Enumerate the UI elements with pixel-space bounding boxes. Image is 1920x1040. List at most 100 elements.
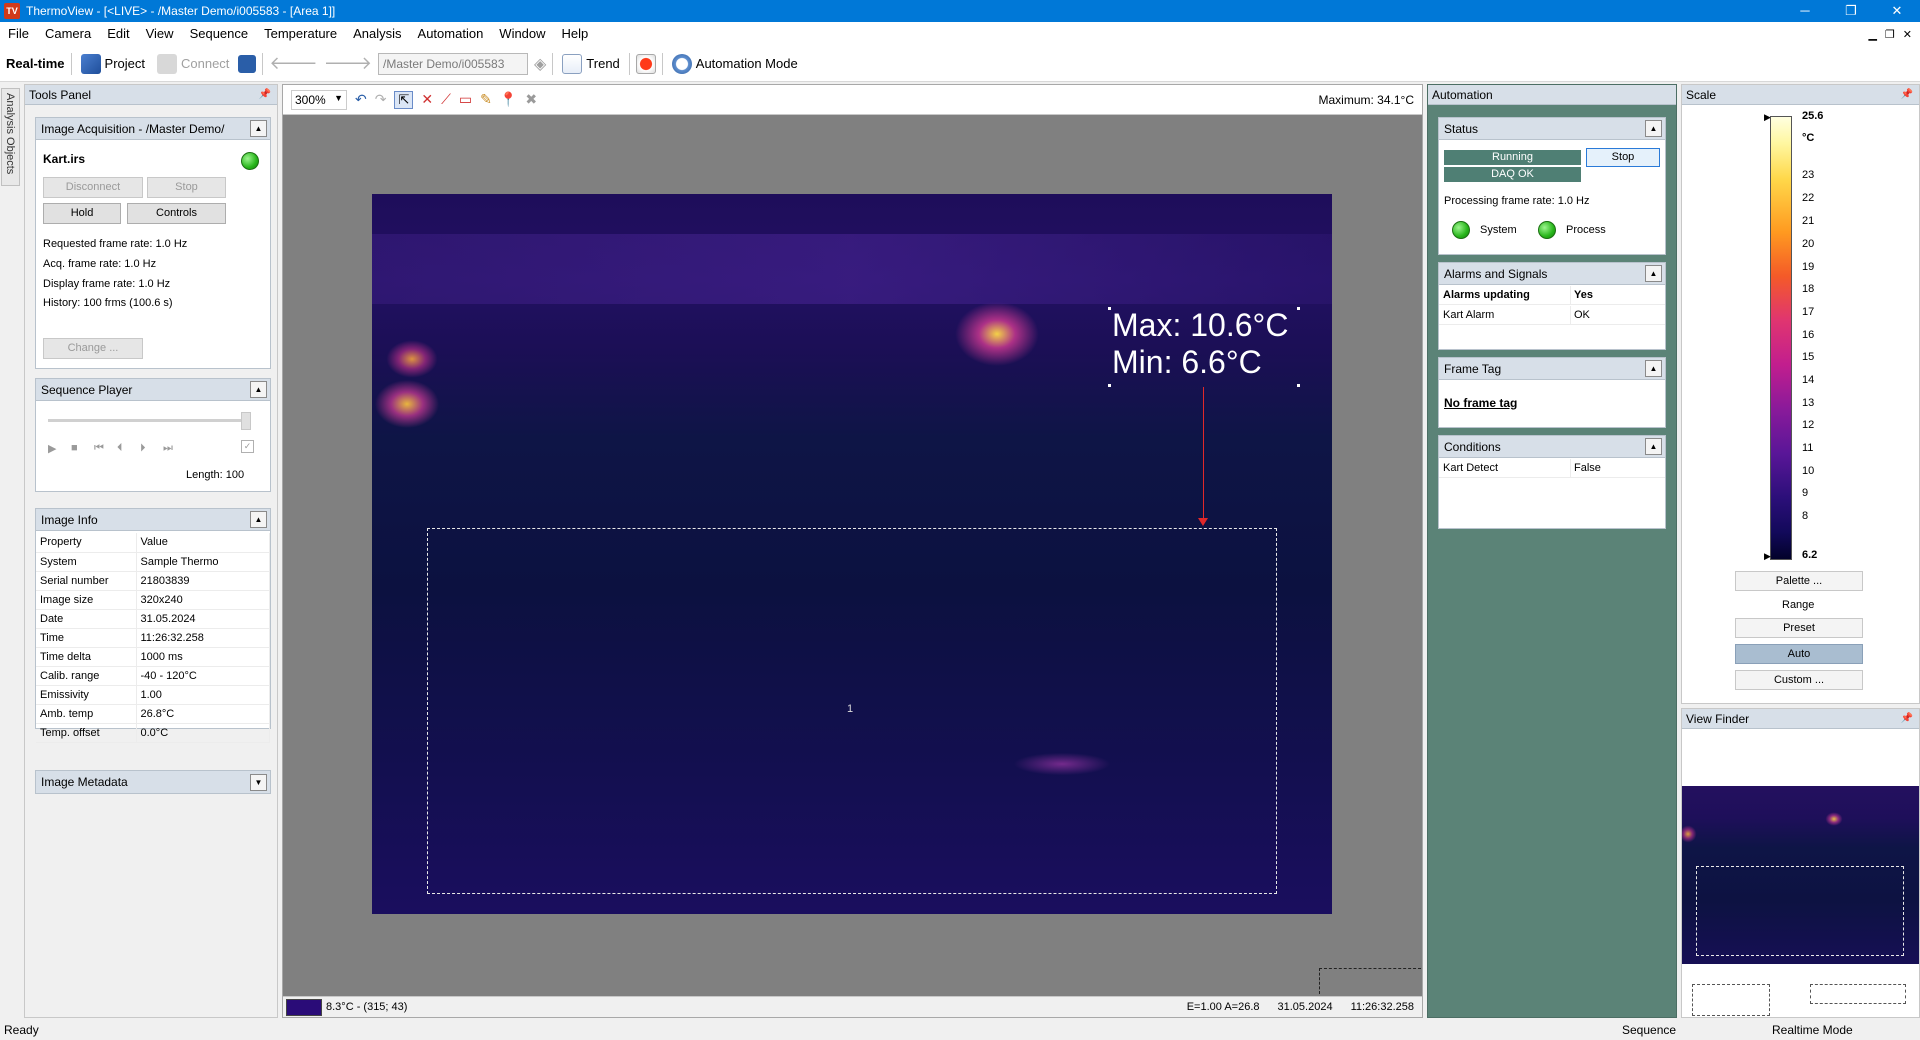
minimize-button[interactable]: ─ [1782, 0, 1828, 22]
sequence-slider-track[interactable] [48, 419, 248, 422]
view-finder-thumbnail[interactable] [1682, 786, 1919, 964]
change-button[interactable]: Change ... [43, 338, 143, 359]
alarm-row: Kart Alarm OK [1439, 306, 1665, 325]
tools-panel: Tools Panel 📌 Image Acquisition - /Maste… [24, 84, 278, 1018]
overlay-handle[interactable] [1108, 384, 1111, 387]
controls-button[interactable]: Controls [127, 203, 226, 224]
automation-mode-button[interactable]: Automation Mode [669, 52, 801, 76]
analysis-objects-tab[interactable]: Analysis Objects [1, 88, 20, 186]
collapse-up-icon[interactable]: ▲ [250, 511, 267, 528]
overlay-handle[interactable] [1297, 307, 1300, 310]
connect-button[interactable]: Connect [154, 52, 232, 76]
mdi-restore-button[interactable]: ❐ [1885, 28, 1895, 41]
property-cell: Amb. temp [36, 704, 137, 724]
mdi-close-button[interactable]: ✕ [1903, 28, 1912, 41]
collapse-up-icon[interactable]: ▲ [250, 120, 267, 137]
automation-stop-button[interactable]: Stop [1586, 148, 1660, 167]
scale-min-marker[interactable]: ▶ [1764, 551, 1771, 562]
record-icon[interactable] [635, 53, 656, 74]
diamond-icon[interactable]: ◈ [534, 54, 546, 74]
save-icon[interactable] [238, 54, 257, 73]
collapse-up-icon[interactable]: ▲ [1645, 360, 1662, 377]
back-arrow-icon[interactable]: 🡐 [269, 53, 317, 74]
view-finder-header: View Finder 📌 [1682, 709, 1919, 729]
condition-key: Kart Detect [1443, 462, 1499, 474]
mdi-minimize-button[interactable]: ▁ [1868, 28, 1876, 41]
zoom-select[interactable]: 300% ▼ [291, 89, 347, 110]
trend-button[interactable]: Trend [559, 52, 622, 76]
scale-tick: 11 [1802, 442, 1814, 454]
view-finder-viewport[interactable] [1696, 866, 1904, 956]
overlay-handle[interactable] [1108, 307, 1111, 310]
next-frame-icon[interactable]: ⏵ [140, 442, 146, 455]
undo-icon[interactable]: ↶ [355, 91, 367, 108]
menu-window[interactable]: Window [491, 22, 553, 46]
image-metadata-header[interactable]: Image Metadata ▼ [36, 771, 270, 793]
sequence-slider-thumb[interactable] [241, 412, 251, 430]
value-cell: Sample Thermo [136, 552, 270, 572]
delete-tool-icon[interactable]: ✖ [525, 91, 537, 108]
redo-icon[interactable]: ↷ [375, 91, 387, 108]
collapse-up-icon[interactable]: ▲ [1645, 265, 1662, 282]
preset-button[interactable]: Preset [1735, 618, 1863, 638]
menu-edit[interactable]: Edit [99, 22, 137, 46]
custom-button[interactable]: Custom ... [1735, 670, 1863, 690]
menu-temperature[interactable]: Temperature [256, 22, 345, 46]
expand-down-icon[interactable]: ▼ [250, 773, 267, 791]
path-field[interactable]: /Master Demo/i005583 [377, 52, 528, 75]
overlay-handle[interactable] [1297, 384, 1300, 387]
auto-button[interactable]: Auto [1735, 644, 1863, 664]
menu-view[interactable]: View [138, 22, 182, 46]
previous-frame-icon[interactable]: ⏴ [117, 442, 123, 455]
pin-icon[interactable]: 📌 [1901, 713, 1913, 724]
scale-panel: Scale 📌 ▶ ▶ 25.6 °C 23 22 21 20 19 18 17… [1681, 84, 1920, 704]
pin-icon[interactable]: 📌 [259, 89, 271, 100]
project-button[interactable]: Project [78, 52, 148, 76]
conditions-header: Conditions ▲ [1439, 436, 1665, 458]
alarm-key: Kart Alarm [1443, 309, 1495, 321]
play-icon[interactable]: ▶ [48, 442, 56, 455]
pin-icon[interactable]: 📌 [1901, 89, 1913, 100]
collapse-up-icon[interactable]: ▲ [1645, 438, 1662, 455]
collapse-up-icon[interactable]: ▲ [250, 381, 267, 398]
menu-automation[interactable]: Automation [410, 22, 492, 46]
disconnect-button[interactable]: Disconnect [43, 177, 143, 198]
collapse-up-icon[interactable]: ▲ [1645, 120, 1662, 137]
max-min-overlay[interactable]: Max: 10.6°C Min: 6.6°C [1108, 307, 1300, 387]
menu-camera[interactable]: Camera [37, 22, 99, 46]
stop-icon[interactable]: ■ [71, 442, 78, 454]
menu-analysis[interactable]: Analysis [345, 22, 409, 46]
analysis-objects-label: Analysis Objects [4, 93, 16, 175]
area-tool-icon[interactable]: ▭ [459, 91, 472, 108]
loop-checkbox[interactable]: ✓ [241, 440, 254, 453]
image-acquisition-title: Image Acquisition - /Master Demo/ [41, 121, 225, 136]
image-acquisition-group: Image Acquisition - /Master Demo/ ▲ Kart… [35, 117, 271, 369]
ruler-tool-icon[interactable]: ✎ [480, 91, 492, 108]
hold-button[interactable]: Hold [43, 203, 121, 224]
forward-arrow-icon[interactable]: 🡒 [324, 53, 372, 74]
property-cell: Calib. range [36, 666, 137, 686]
close-button[interactable]: ✕ [1874, 0, 1920, 22]
scale-tick: 22 [1802, 192, 1815, 204]
pin-tool-icon[interactable]: 📍 [500, 91, 517, 108]
menu-sequence[interactable]: Sequence [182, 22, 257, 46]
system-label: System [1480, 224, 1517, 236]
color-scale-bar[interactable] [1770, 116, 1792, 560]
menu-help[interactable]: Help [554, 22, 597, 46]
status-sequence: Sequence [1622, 1023, 1677, 1037]
status-ready: Ready [4, 1023, 39, 1037]
side-strip: Analysis Objects [0, 84, 22, 1024]
menu-file[interactable]: File [0, 22, 37, 46]
maximize-button[interactable]: ❐ [1828, 0, 1874, 22]
palette-button[interactable]: Palette ... [1735, 571, 1863, 591]
stop-acquisition-button[interactable]: Stop [147, 177, 226, 198]
last-frame-icon[interactable]: ⏭ [163, 442, 173, 455]
line-tool-icon[interactable]: ⟋ [441, 91, 451, 108]
requested-frame-rate: Requested frame rate: 1.0 Hz [43, 238, 188, 250]
spot-tool-icon[interactable]: ✕ [421, 91, 433, 108]
scale-tick: 19 [1802, 261, 1815, 273]
image-info-header: Image Info ▲ [36, 509, 270, 531]
first-frame-icon[interactable]: ⏮ [94, 442, 104, 455]
image-metadata-title: Image Metadata [41, 775, 128, 789]
select-pointer-icon[interactable]: ⇱ [394, 90, 414, 109]
